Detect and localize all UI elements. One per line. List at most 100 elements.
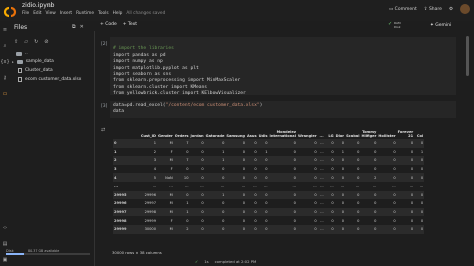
comment-icon: ▭ — [388, 6, 394, 12]
table-cell: ... — [340, 184, 345, 189]
table-cell: 0 — [186, 167, 189, 172]
menu-file[interactable]: File — [22, 11, 29, 16]
table-cell: 1 — [204, 190, 226, 200]
table-cell: 0 — [374, 149, 377, 154]
row-index: 2 — [113, 156, 135, 165]
table-cell: 3 — [135, 156, 157, 165]
table-cell: ... — [409, 184, 414, 189]
hide-icon[interactable]: ⊘ — [44, 39, 48, 45]
runtime-status[interactable]: ✓ RAM Disk — [388, 21, 418, 31]
menu-edit[interactable]: Edit — [33, 11, 41, 16]
table-cell: 0 — [246, 207, 258, 217]
comment-button[interactable]: ▭ Comment — [389, 7, 417, 12]
menu-view[interactable]: View — [46, 11, 56, 16]
table-cell: 0 — [357, 149, 360, 154]
table-cell: 0 — [296, 139, 318, 148]
table-cell: M — [157, 139, 174, 148]
table-cell: 2 — [153, 149, 156, 154]
exec-time: 1s — [204, 259, 209, 264]
row-index: 1 — [114, 149, 117, 154]
menu-runtime[interactable]: Runtime — [76, 11, 94, 16]
table-cell: 0 — [314, 167, 317, 172]
code-string: "/content/ecom customer_data.xlsx" — [165, 103, 260, 108]
table-cell: 0 — [345, 156, 361, 165]
table-cell: 0 — [186, 149, 189, 154]
console-icon[interactable]: ▣ — [3, 257, 8, 263]
code-icon[interactable]: ‹› — [3, 225, 7, 231]
file-item-sample-data[interactable]: ▸ sample_data — [12, 59, 54, 64]
refresh-icon[interactable]: ↻ — [34, 39, 38, 45]
table-cell: M — [169, 201, 173, 206]
menu-tools[interactable]: Tools — [98, 11, 109, 16]
table-cell: 0 — [331, 218, 334, 223]
table-cell: ... — [320, 201, 324, 206]
settings-icon[interactable]: ⚙ — [449, 7, 453, 12]
close-icon[interactable]: ✕ — [80, 24, 84, 30]
code-text: data=pd.read_excel( — [113, 103, 166, 108]
key-icon[interactable]: ⚷ — [3, 75, 7, 81]
table-cell: 0 — [242, 167, 245, 172]
table-cell: 0 — [324, 190, 335, 200]
new-folder-icon[interactable]: ▱ — [24, 39, 28, 45]
upload-icon[interactable]: ⇧ — [14, 39, 18, 45]
table-cell: F — [170, 218, 173, 223]
add-code-button[interactable]: + Code — [100, 22, 117, 27]
column-header: Gender — [158, 134, 173, 139]
table-cell: 0 — [414, 156, 425, 165]
table-cell: ... — [292, 184, 296, 189]
star-icon[interactable]: ☆ — [47, 2, 52, 9]
table-cell: 0 — [201, 149, 204, 154]
table-cell: 0 — [204, 139, 226, 148]
code-editor[interactable]: # import the libraries import pandas as … — [113, 40, 246, 98]
table-cell: 1 — [265, 149, 268, 154]
row-index: 29999 — [113, 224, 135, 234]
table-cell: 0 — [377, 190, 397, 200]
table-cell: 1 — [222, 149, 225, 154]
folder-icon[interactable]: ▭ — [3, 91, 8, 97]
share-button[interactable]: ⇪ Share — [424, 7, 442, 12]
file-item-label: .. — [25, 51, 28, 56]
code-cell-2[interactable]: [3] data=pd.read_excel("/content/ecom cu… — [101, 101, 456, 118]
table-cell: 0 — [331, 167, 334, 172]
menu-help[interactable]: Help — [113, 11, 123, 16]
colab-logo[interactable] — [3, 3, 17, 18]
table-row: 29996 29997 M 1 0 0 0 0 0 0 0... 0 0 0 0 0 0 0 — [113, 199, 424, 208]
variables-icon[interactable]: {x} — [0, 59, 9, 65]
header-actions: ▭ Comment ⇪ Share ⚙ — [389, 4, 470, 14]
menu-insert[interactable]: Insert — [60, 11, 72, 16]
code-line: from yellowbrick.cluster import KElbowVi… — [113, 91, 246, 97]
panel-divider[interactable] — [94, 31, 95, 266]
table-cell: 0 — [360, 190, 378, 200]
code-editor[interactable]: data=pd.read_excel("/content/ecom custom… — [113, 103, 262, 116]
table-row: 29995 29996 M 0 0 1 0 0 0 0 0... 0 0 0 0 0 0 0 — [113, 190, 425, 200]
table-cell: ... — [317, 156, 325, 165]
file-item-cluster-data[interactable]: Cluster_data — [18, 68, 53, 73]
search-icon[interactable]: ⌕ — [4, 43, 7, 49]
scrollbar[interactable] — [466, 36, 469, 76]
table-row: ........................................… — [113, 182, 424, 191]
gemini-button[interactable]: ✦ Gemini — [430, 23, 451, 28]
menu-icon[interactable]: ≡ — [3, 27, 7, 33]
table-cell: 0 — [242, 218, 245, 223]
file-item-ecom-customer-data[interactable]: ecom customer_data.xlsx — [18, 77, 81, 82]
table-cell: 0 — [257, 156, 269, 165]
avatar[interactable] — [460, 4, 470, 14]
output-actions-icon[interactable]: ⇄ — [101, 127, 105, 133]
column-header: Cust_ID — [140, 134, 156, 139]
table-cell: ... — [185, 184, 189, 189]
table-cell: 0 — [222, 167, 225, 172]
table-cell: 0 — [225, 224, 246, 234]
table-cell: 0 — [414, 207, 425, 217]
terminal-icon[interactable]: ▤ — [3, 241, 8, 247]
code-line: from sklearn.preprocessing import MinMax… — [113, 78, 241, 84]
code-line: import matplotlib.pyplot as plt — [113, 65, 199, 71]
table-cell: 0 — [222, 201, 225, 206]
cell-prompt[interactable]: [3] — [101, 104, 107, 109]
add-text-button[interactable]: + Text — [123, 22, 137, 27]
file-item-parent[interactable]: .. — [16, 51, 28, 56]
code-cell-1[interactable]: [2] # import the libraries import pandas… — [101, 37, 456, 98]
table-cell: 0 — [414, 173, 425, 182]
cell-prompt[interactable]: [2] — [101, 42, 107, 47]
popout-icon[interactable]: ⧉ — [72, 24, 76, 30]
table-cell: 0 — [393, 149, 396, 154]
